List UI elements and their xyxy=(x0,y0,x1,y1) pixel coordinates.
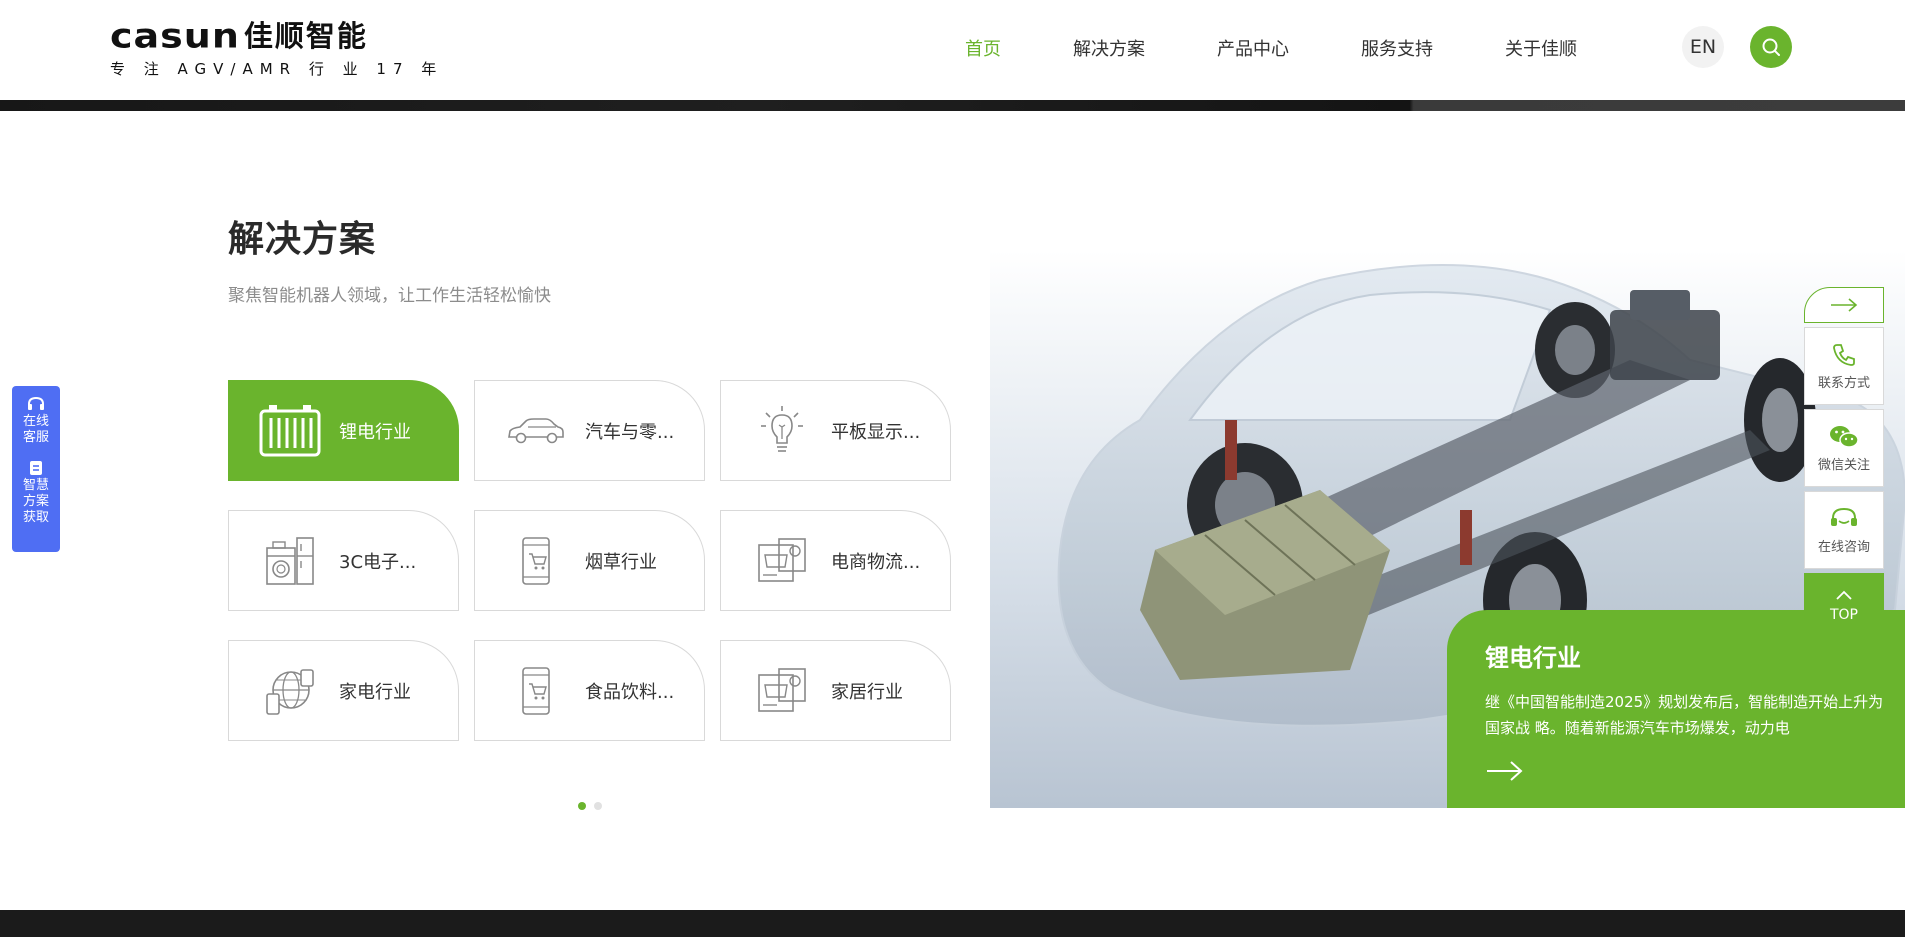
store-icon xyxy=(751,662,813,720)
industry-card-flat-panel[interactable]: 平板显示... xyxy=(720,380,951,481)
lightbulb-icon xyxy=(751,402,813,460)
industry-card-tobacco[interactable]: 烟草行业 xyxy=(474,510,705,611)
document-icon xyxy=(30,461,42,475)
online-consult-button[interactable]: 在线咨询 xyxy=(1804,491,1884,569)
phone-cart-icon xyxy=(505,532,567,590)
arrow-right-icon xyxy=(1831,298,1858,312)
solution-request-button[interactable]: 智慧 方案 获取 xyxy=(12,460,60,526)
online-consult-label: 在线咨询 xyxy=(1817,540,1870,555)
banner-strip xyxy=(0,100,1905,111)
industry-label: 家居行业 xyxy=(831,681,903,703)
solution-request-label: 智慧 方案 获取 xyxy=(22,478,49,525)
wechat-icon xyxy=(1830,426,1859,448)
car-icon xyxy=(505,402,567,460)
logo-brand: casun xyxy=(110,16,240,56)
search-icon xyxy=(1762,38,1780,56)
nav-item-solutions[interactable]: 解决方案 xyxy=(1073,30,1145,70)
logo-tagline: 专 注 AGV/AMR 行 业 17 年 xyxy=(110,60,444,78)
page: casun 佳顺智能 专 注 AGV/AMR 行 业 17 年 首页 解决方案 … xyxy=(0,0,1905,937)
section-title: 解决方案 xyxy=(228,219,377,260)
logo[interactable]: casun 佳顺智能 专 注 AGV/AMR 行 业 17 年 xyxy=(110,18,444,78)
logo-mark: casun 佳顺智能 xyxy=(110,18,410,54)
industry-card-ecommerce-logistics[interactable]: 电商物流... xyxy=(720,510,951,611)
nav-item-products[interactable]: 产品中心 xyxy=(1217,30,1289,70)
industry-label: 3C电子... xyxy=(339,551,417,573)
left-service-float: 在线 客服 智慧 方案 获取 xyxy=(12,386,60,552)
store-icon xyxy=(751,532,813,590)
headset-icon xyxy=(28,396,44,410)
phone-icon xyxy=(1833,344,1855,366)
pagination-dot-2[interactable] xyxy=(594,802,602,810)
site-header: casun 佳顺智能 专 注 AGV/AMR 行 业 17 年 首页 解决方案 … xyxy=(0,0,1905,100)
right-contact-float: 联系方式 微信关注 在线咨询 TOP xyxy=(1804,287,1884,651)
section-subtitle: 聚焦智能机器人领域，让工作生活轻松愉快 xyxy=(228,286,551,306)
search-button[interactable] xyxy=(1750,26,1792,68)
chevron-up-icon xyxy=(1836,590,1852,600)
contact-info-label: 联系方式 xyxy=(1817,376,1870,391)
hero-more-button[interactable] xyxy=(1485,759,1525,783)
industry-label: 汽车与零... xyxy=(585,421,675,443)
industry-card-home-furnishing[interactable]: 家居行业 xyxy=(720,640,951,741)
industry-card-food-beverage[interactable]: 食品饮料... xyxy=(474,640,705,741)
industry-card-home-appliances[interactable]: 家电行业 xyxy=(228,640,459,741)
wechat-follow-button[interactable]: 微信关注 xyxy=(1804,409,1884,487)
industry-card-3c-electronics[interactable]: 3C电子... xyxy=(228,510,459,611)
appliance-icon xyxy=(259,532,321,590)
pagination-dot-1[interactable] xyxy=(578,802,586,810)
contact-info-button[interactable]: 联系方式 xyxy=(1804,327,1884,405)
industry-label: 平板显示... xyxy=(831,421,921,443)
industry-card-lithium[interactable]: 锂电行业 xyxy=(228,380,459,481)
battery-icon xyxy=(259,402,321,460)
industry-card-automotive[interactable]: 汽车与零... xyxy=(474,380,705,481)
language-switch-button[interactable]: EN xyxy=(1682,26,1724,68)
online-service-label: 在线 客服 xyxy=(22,414,49,445)
industry-label: 家电行业 xyxy=(339,681,411,703)
nav-item-home[interactable]: 首页 xyxy=(965,30,1001,70)
online-service-button[interactable]: 在线 客服 xyxy=(12,396,60,446)
float-toggle-button[interactable] xyxy=(1804,287,1884,323)
industry-label: 烟草行业 xyxy=(585,551,657,573)
industry-label: 锂电行业 xyxy=(339,421,411,443)
globe-devices-icon xyxy=(259,662,321,720)
phone-cart-icon xyxy=(505,662,567,720)
main-nav: 首页 解决方案 产品中心 服务支持 关于佳顺 xyxy=(965,30,1649,70)
carousel-pagination xyxy=(578,802,610,810)
back-to-top-button[interactable]: TOP xyxy=(1804,573,1884,651)
logo-cn: 佳顺智能 xyxy=(243,19,368,53)
wechat-follow-label: 微信关注 xyxy=(1817,458,1870,473)
industry-label: 食品饮料... xyxy=(585,681,675,703)
nav-item-about[interactable]: 关于佳顺 xyxy=(1505,30,1577,70)
arrow-right-icon xyxy=(1487,761,1523,781)
headset-icon xyxy=(1831,507,1857,526)
back-to-top-label: TOP xyxy=(1829,607,1858,623)
industry-label: 电商物流... xyxy=(831,551,921,573)
nav-item-support[interactable]: 服务支持 xyxy=(1361,30,1433,70)
footer-strip xyxy=(0,910,1905,937)
hero-description: 继《中国智能制造2025》规划发布后，智能制造开始上升为国家战 略。随着新能源汽… xyxy=(1485,693,1884,737)
